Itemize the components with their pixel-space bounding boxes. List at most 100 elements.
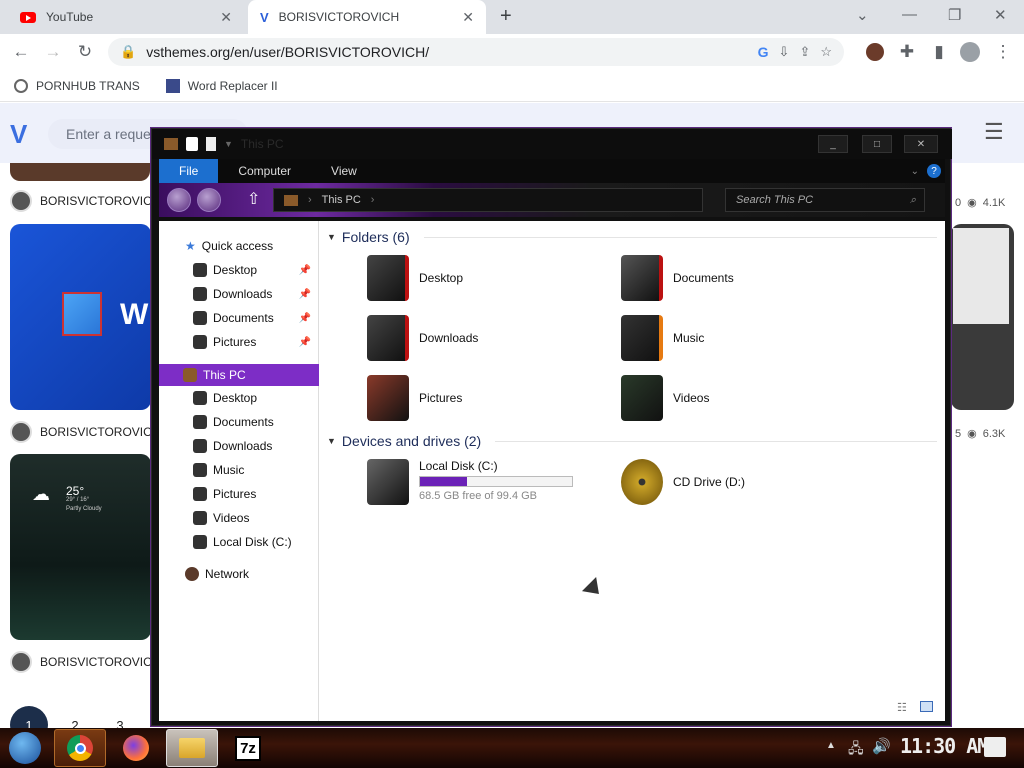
back-icon[interactable]: ← [10,41,32,63]
nav-this-pc[interactable]: This PC [159,364,319,386]
nav-pc-music[interactable]: Music [159,459,319,481]
drives-group-header[interactable]: ▼ Devices and drives (2) [327,433,937,449]
bookmark-label: PORNHUB TRANS [36,78,140,93]
pin-icon[interactable]: 📌 [299,265,311,276]
new-folder-icon[interactable] [206,137,216,151]
taskbar-7zip[interactable]: 7z [222,729,274,767]
close-button[interactable]: ✕ [904,135,938,153]
reload-icon[interactable]: ↻ [74,41,96,63]
theme-thumbnail[interactable]: W [10,224,151,410]
bookmark-item[interactable]: Word Replacer II [165,78,278,93]
extension-avatar-icon[interactable] [866,43,884,61]
nav-pc-downloads[interactable]: Downloads [159,435,319,457]
star-icon[interactable]: ☆ [820,44,832,60]
card-author[interactable]: BORISVICTOROVICH [10,651,160,673]
large-icons-view-icon[interactable] [920,701,933,712]
tab-search-icon[interactable]: ⌄ [856,6,869,24]
network-tray-icon[interactable]: 🖧 [848,738,864,762]
details-view-icon[interactable]: ☷ [897,701,907,714]
install-icon[interactable]: ⇩ [779,44,790,60]
forward-icon[interactable]: → [42,41,64,63]
search-input[interactable]: Search This PC ⌕ [725,188,925,212]
nav-quick-documents[interactable]: Documents 📌 [159,307,319,329]
pin-icon[interactable]: 📌 [299,313,311,324]
start-button[interactable] [0,729,50,767]
nav-network[interactable]: Network [159,563,319,585]
taskbar-file-explorer[interactable] [166,729,218,767]
maximize-button[interactable]: □ [862,135,892,153]
breadcrumb[interactable]: This PC [322,194,361,206]
lock-icon[interactable]: 🔒 [120,44,136,60]
address-bar[interactable]: 🔒 vsthemes.org/en/user/BORISVICTOROVICH/… [108,38,844,66]
view-count: 6.3K [982,427,1006,440]
nav-label: Desktop [213,391,258,405]
breadcrumb-chevron-icon[interactable]: › [371,194,375,206]
folder-downloads[interactable]: Downloads [367,315,478,361]
tab-youtube[interactable]: YouTube ✕ [8,0,244,34]
pin-icon[interactable]: 📌 [299,337,311,348]
side-panel-icon[interactable]: ▮ [928,41,950,63]
breadcrumb-chevron-icon[interactable]: › [308,194,312,206]
restore-icon[interactable]: ❐ [948,6,961,24]
volume-icon[interactable]: 🔊 [872,737,891,755]
properties-icon[interactable] [186,137,198,151]
share-icon[interactable]: ⇪ [799,44,810,60]
search-icon[interactable]: ⌕ [910,194,916,207]
path-box[interactable]: › This PC › [273,188,703,212]
theme-thumbnail[interactable]: ☁ 25° 29° / 16° Partly Cloudy [10,454,151,640]
url-text[interactable]: vsthemes.org/en/user/BORISVICTOROVICH/ [146,44,429,60]
forward-icon[interactable] [197,188,221,212]
bookmark-item[interactable]: PORNHUB TRANS [14,78,140,93]
theme-thumbnail[interactable] [951,224,1014,410]
tab-file[interactable]: File [159,159,219,183]
nav-quick-downloads[interactable]: Downloads 📌 [159,283,319,305]
nav-quick-access[interactable]: ★ Quick access [159,235,319,257]
nav-pc-pictures[interactable]: Pictures [159,483,319,505]
action-center-icon[interactable] [984,737,1006,757]
nav-pc-videos[interactable]: Videos [159,507,319,529]
site-logo-icon[interactable]: V [10,119,27,150]
folder-pictures[interactable]: Pictures [367,375,462,421]
folders-group-header[interactable]: ▼ Folders (6) [327,229,937,245]
nav-pc-documents[interactable]: Documents [159,411,319,433]
pin-icon[interactable]: 📌 [299,289,311,300]
back-icon[interactable] [167,188,191,212]
profile-avatar-icon[interactable] [960,42,980,62]
nav-quick-desktop[interactable]: Desktop 📌 [159,259,319,281]
nav-pc-desktop[interactable]: Desktop [159,387,319,409]
taskbar-chrome[interactable] [54,729,106,767]
folder-documents[interactable]: Documents [621,255,734,301]
folder-music[interactable]: Music [621,315,704,361]
customize-arrow-icon[interactable]: ▼ [224,139,233,149]
tab-borisvictorovich[interactable]: V BORISVICTOROVICH ✕ [248,0,486,34]
extensions-puzzle-icon[interactable]: ✚ [896,41,918,63]
show-hidden-icons[interactable]: ▲ [826,740,836,751]
taskbar-firefox[interactable] [110,729,162,767]
card-author[interactable]: BORISVICTOROVICH [10,190,160,212]
google-lens-icon[interactable]: G [758,44,769,60]
clock[interactable]: 11:30 AM [900,734,989,758]
drive-local-disk[interactable]: Local Disk (C:) 68.5 GB free of 99.4 GB [367,459,573,505]
nav-quick-pictures[interactable]: Pictures 📌 [159,331,319,353]
minimize-button[interactable]: _ [818,135,848,153]
ribbon-expand-icon[interactable]: ⌄ [911,166,919,177]
close-tab-icon[interactable]: ✕ [220,9,232,26]
help-icon[interactable]: ? [927,164,941,178]
close-tab-icon[interactable]: ✕ [462,9,474,26]
minimize-icon[interactable]: — [902,6,917,23]
close-window-icon[interactable]: ✕ [994,6,1007,24]
folder-desktop[interactable]: Desktop [367,255,463,301]
folder-videos[interactable]: Videos [621,375,709,421]
collapse-chevron-icon[interactable]: ▼ [327,232,336,242]
new-tab-button[interactable]: + [500,5,512,28]
hamburger-menu-icon[interactable]: ☰ [984,119,1004,145]
tab-view[interactable]: View [311,159,377,183]
author-name: BORISVICTOROVICH [40,194,161,208]
menu-kebab-icon[interactable]: ⋮ [992,41,1014,63]
nav-pc-local-disk[interactable]: Local Disk (C:) [159,531,319,553]
drive-cd[interactable]: CD Drive (D:) [621,459,745,505]
up-arrow-icon[interactable]: ⇧ [247,189,260,209]
card-author[interactable]: BORISVICTOROVICH [10,421,160,443]
collapse-chevron-icon[interactable]: ▼ [327,436,336,446]
tab-computer[interactable]: Computer [218,159,311,183]
